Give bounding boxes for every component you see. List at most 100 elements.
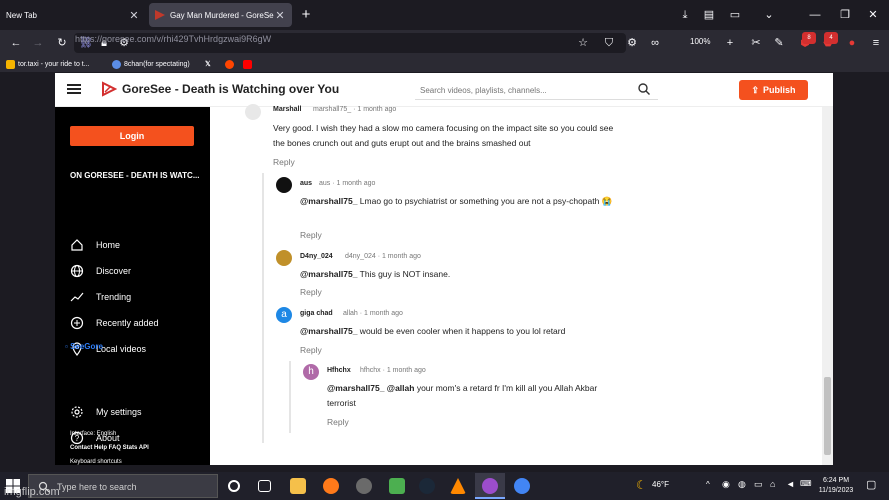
zoom-level[interactable]: 100% (690, 37, 710, 46)
back-icon[interactable]: ← (8, 35, 24, 51)
comment-handle[interactable]: hfhchx · 1 month ago (360, 367, 426, 374)
publish-button[interactable]: ⇪ Publish (739, 80, 808, 100)
gear-icon[interactable]: ⚙ (624, 35, 640, 51)
footer-links[interactable]: Contact Help FAQ Stats API (70, 445, 149, 451)
close-tab-icon[interactable]: ✕ (128, 9, 140, 22)
sidebar-item-discover[interactable]: Discover (70, 263, 131, 279)
site-title[interactable]: GoreSee - Death is Watching over You (122, 82, 339, 96)
task-view-icon[interactable] (258, 480, 271, 492)
file-explorer-icon[interactable] (290, 478, 306, 494)
bookmark-8chan[interactable]: 8chan(for spectating) (112, 58, 190, 70)
login-button[interactable]: Login (70, 126, 194, 146)
search-icon[interactable] (637, 82, 651, 96)
forward-icon[interactable]: → (30, 35, 46, 51)
app-icon[interactable] (356, 478, 372, 494)
comment-handle[interactable]: marshall75_ · 1 month ago (313, 106, 396, 113)
tray-steam-icon[interactable]: ◍ (738, 479, 746, 490)
sidebar-item-recently-added[interactable]: Recently added (70, 315, 159, 331)
tor-browser-icon[interactable] (482, 478, 498, 494)
seegore-link[interactable]: ▫ SeeGore (65, 342, 103, 351)
search-box[interactable] (415, 80, 658, 100)
chrome-icon[interactable] (514, 478, 530, 494)
goresee-logo-icon[interactable] (101, 81, 117, 97)
download-icon[interactable]: ⤓ (676, 6, 694, 24)
zoom-in-icon[interactable]: + (722, 35, 738, 51)
x-twitter-bookmark-icon[interactable]: 𝕏 (205, 58, 211, 70)
cortana-icon[interactable] (228, 480, 240, 492)
firefox-icon[interactable] (323, 478, 339, 494)
comment-author[interactable]: aus (300, 180, 312, 187)
tray-app-icon[interactable]: ◉ (722, 479, 730, 490)
close-tab-icon[interactable]: ✕ (274, 9, 286, 22)
comment-body: @marshall75_ Lmao go to psychiatrist or … (300, 194, 618, 209)
comment-text: Very good. I wish they had a slow mo cam… (273, 123, 614, 148)
avatar[interactable] (276, 250, 292, 266)
network-icon[interactable]: ⌂ (770, 479, 775, 489)
youtube-bookmark-icon[interactable] (243, 58, 255, 70)
avatar[interactable]: h (303, 364, 319, 380)
library-icon[interactable]: ▤ (700, 6, 718, 24)
taskbar-clock[interactable]: 6:24 PM 11/19/2023 (811, 476, 861, 496)
reply-button[interactable]: Reply (300, 287, 322, 297)
reply-button[interactable]: Reply (273, 157, 295, 167)
keyboard-icon[interactable]: ⌨ (800, 479, 812, 488)
sidebar-item-trending[interactable]: Trending (70, 289, 131, 305)
shield-icon[interactable]: ⛉ (601, 35, 617, 51)
footer-shortcuts[interactable]: Keyboard shortcuts (70, 459, 122, 465)
volume-icon[interactable]: ◄ (786, 479, 795, 489)
comment-author[interactable]: Hfhchx (327, 367, 351, 374)
weather-moon-icon[interactable]: ☾ (636, 478, 647, 492)
reply-button[interactable]: Reply (300, 230, 322, 240)
mask-icon[interactable]: ∞ (647, 35, 663, 51)
mention[interactable]: @marshall75_ (300, 269, 357, 279)
steam-icon[interactable] (419, 478, 435, 494)
comment-author[interactable]: D4ny_024 (300, 253, 333, 260)
minecraft-icon[interactable] (389, 478, 405, 494)
mention[interactable]: @marshall75_ (300, 326, 357, 336)
folder-icon[interactable]: ▭ (726, 6, 744, 24)
bookmark-star-icon[interactable]: ☆ (575, 35, 591, 51)
ad-blocker-icon[interactable]: ● (844, 35, 860, 51)
avatar[interactable] (276, 177, 292, 193)
mention[interactable]: @marshall75_ @allah (327, 383, 414, 393)
restore-window-button[interactable]: ❐ (836, 6, 854, 24)
comment-handle[interactable]: d4ny_024 · 1 month ago (345, 253, 421, 260)
screenshot-icon[interactable]: ✂ (748, 35, 764, 51)
sidebar-item-label: My settings (96, 407, 142, 417)
sidebar-item-home[interactable]: Home (70, 237, 120, 253)
bookmark-label: 8chan(for spectating) (124, 60, 190, 68)
battery-icon[interactable]: ▭ (754, 479, 763, 490)
sidebar-item-label: Home (96, 240, 121, 250)
scrollbar-thumb[interactable] (824, 377, 831, 455)
comment-text: would be even cooler when it happens to … (357, 326, 566, 336)
mention[interactable]: @marshall75_ (300, 196, 357, 206)
tray-chevron-icon[interactable]: ^ (706, 480, 710, 489)
weather-temp[interactable]: 46°F (652, 480, 669, 489)
minimize-window-button[interactable]: — (806, 6, 824, 24)
avatar[interactable] (245, 104, 261, 120)
reply-button[interactable]: Reply (300, 345, 322, 355)
bookmark-tor-taxi[interactable]: tor.taxi - your ride to t... (6, 58, 90, 70)
menu-icon[interactable]: ≡ (868, 35, 884, 51)
reddit-bookmark-icon[interactable] (225, 58, 237, 70)
search-input[interactable] (420, 83, 630, 97)
hamburger-menu-icon[interactable] (67, 84, 81, 94)
sidebar-item-my-settings[interactable]: My settings (70, 404, 142, 420)
comment-handle[interactable]: allah · 1 month ago (343, 310, 403, 317)
reload-icon[interactable]: ↻ (54, 35, 70, 51)
puzzle-icon[interactable]: ✎ (771, 35, 787, 51)
vlc-icon[interactable] (450, 478, 466, 494)
comment-handle[interactable]: aus · 1 month ago (319, 180, 375, 187)
comment-author[interactable]: giga chad (300, 310, 333, 317)
tab-active-video[interactable]: Gay Man Murdered - GoreSee - ✕ (149, 3, 292, 27)
url-text[interactable]: https://goresee.com/v/rhi429TvhHrdgzwai9… (75, 34, 271, 44)
avatar[interactable]: a (276, 307, 292, 323)
comment-author[interactable]: Marshall (273, 106, 301, 113)
tab-new-tab[interactable]: New Tab ✕ (0, 3, 146, 27)
notifications-icon[interactable]: ▢ (866, 478, 876, 491)
reply-button[interactable]: Reply (327, 417, 349, 427)
close-window-button[interactable]: ✕ (864, 6, 882, 24)
new-tab-button[interactable]: + (297, 6, 315, 24)
footer-interface[interactable]: Interface: English (70, 431, 116, 437)
tab-list-icon[interactable]: ⌄ (760, 6, 778, 24)
